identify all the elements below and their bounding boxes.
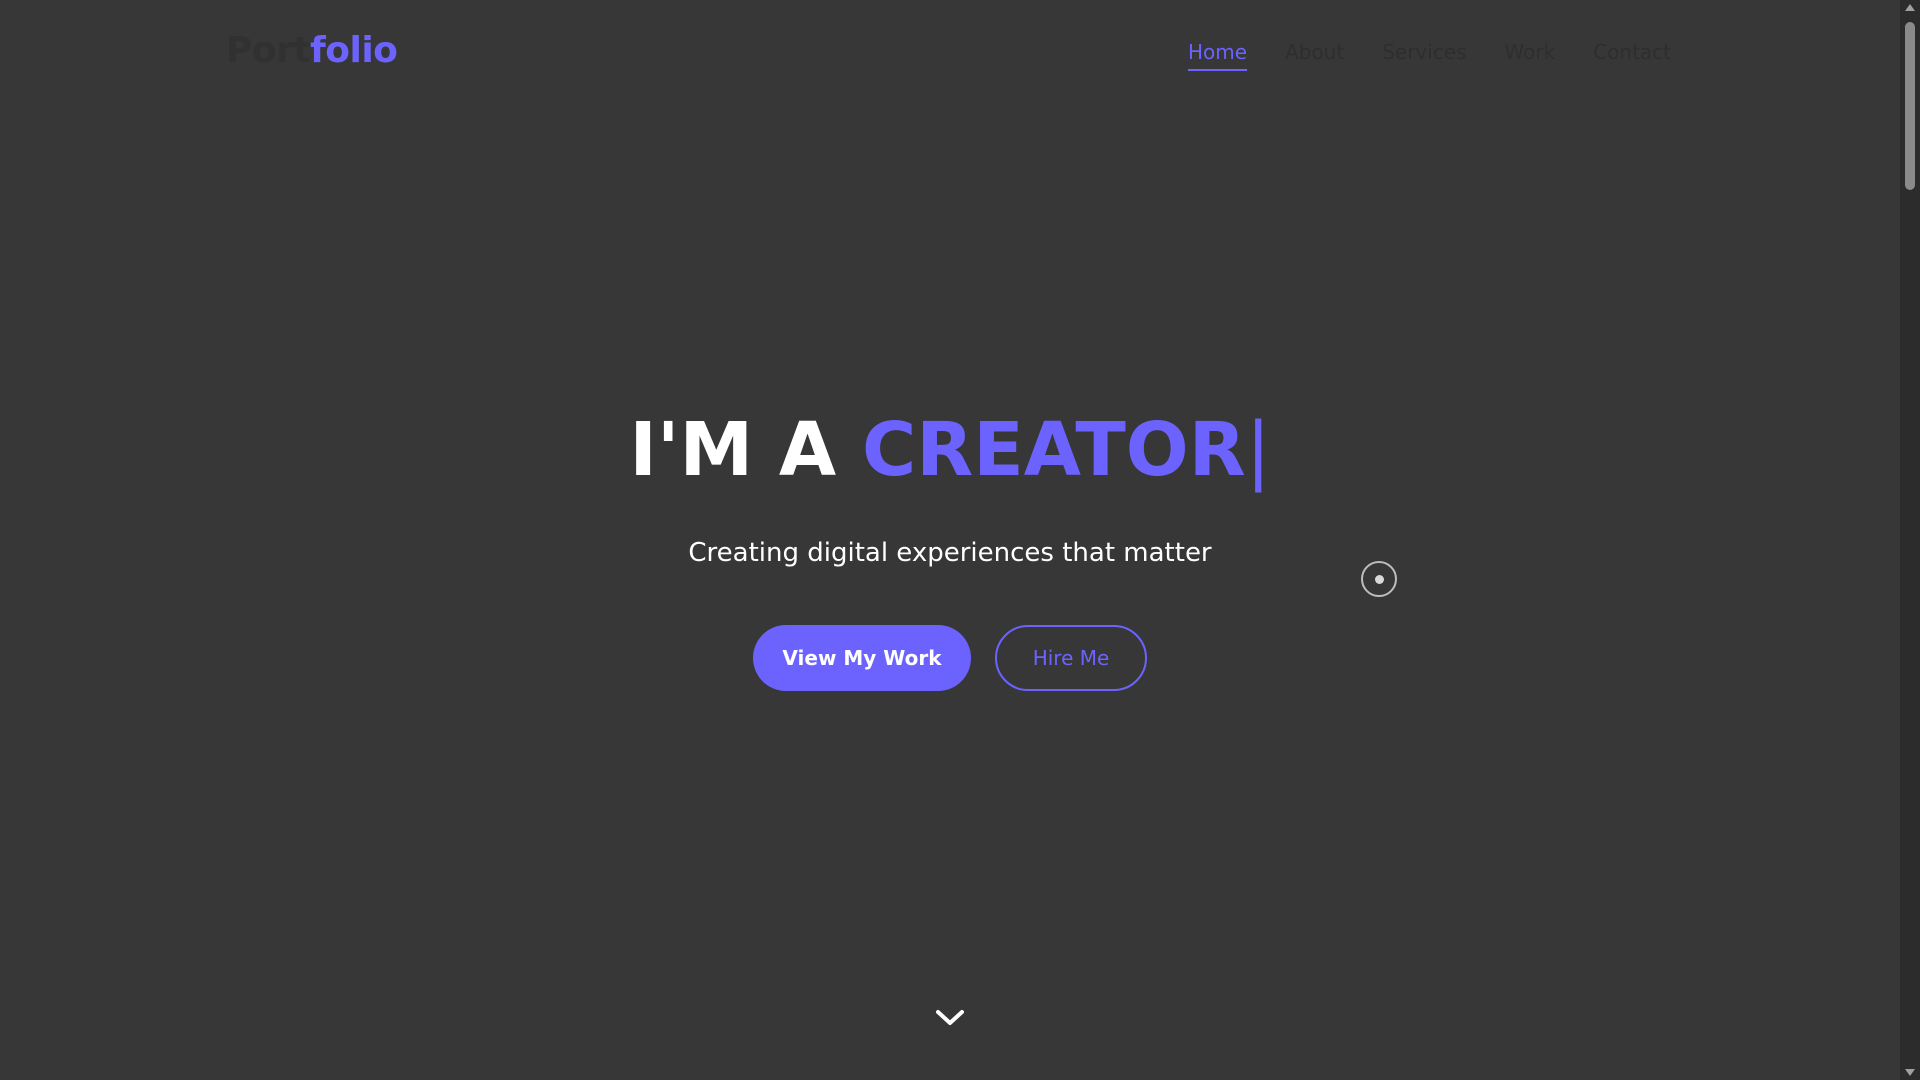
main-nav: Home About Services Work Contact [1188, 40, 1671, 71]
hero-subtitle: Creating digital experiences that matter [688, 538, 1212, 568]
scroll-down-arrow-icon[interactable] [1905, 1069, 1915, 1076]
hero-title: I'M A CREATOR| [0, 405, 1900, 495]
cursor-dot [1375, 575, 1384, 584]
logo-part-1: Port [226, 30, 311, 71]
hero-title-accent: CREATOR [861, 407, 1246, 493]
view-my-work-button[interactable]: View My Work [753, 625, 971, 691]
nav-item-services[interactable]: Services [1382, 40, 1466, 71]
page: Portfolio Home About Services Work Conta… [0, 0, 1900, 1080]
typing-cursor: | [1245, 407, 1271, 493]
nav-item-about[interactable]: About [1285, 40, 1344, 71]
hero-title-prefix: I'M A [629, 407, 862, 493]
logo[interactable]: Portfolio [226, 30, 398, 71]
nav-item-home[interactable]: Home [1188, 40, 1248, 71]
scrollbar-thumb[interactable] [1905, 22, 1915, 190]
nav-item-contact[interactable]: Contact [1593, 40, 1671, 71]
hire-me-button[interactable]: Hire Me [995, 625, 1147, 691]
scroll-up-arrow-icon[interactable] [1905, 4, 1915, 11]
vertical-scrollbar[interactable] [1900, 0, 1920, 1080]
cursor-ring-icon [1361, 561, 1397, 597]
chevron-down-icon[interactable] [935, 1006, 965, 1030]
nav-item-work[interactable]: Work [1505, 40, 1556, 71]
logo-part-2: folio [310, 30, 398, 71]
